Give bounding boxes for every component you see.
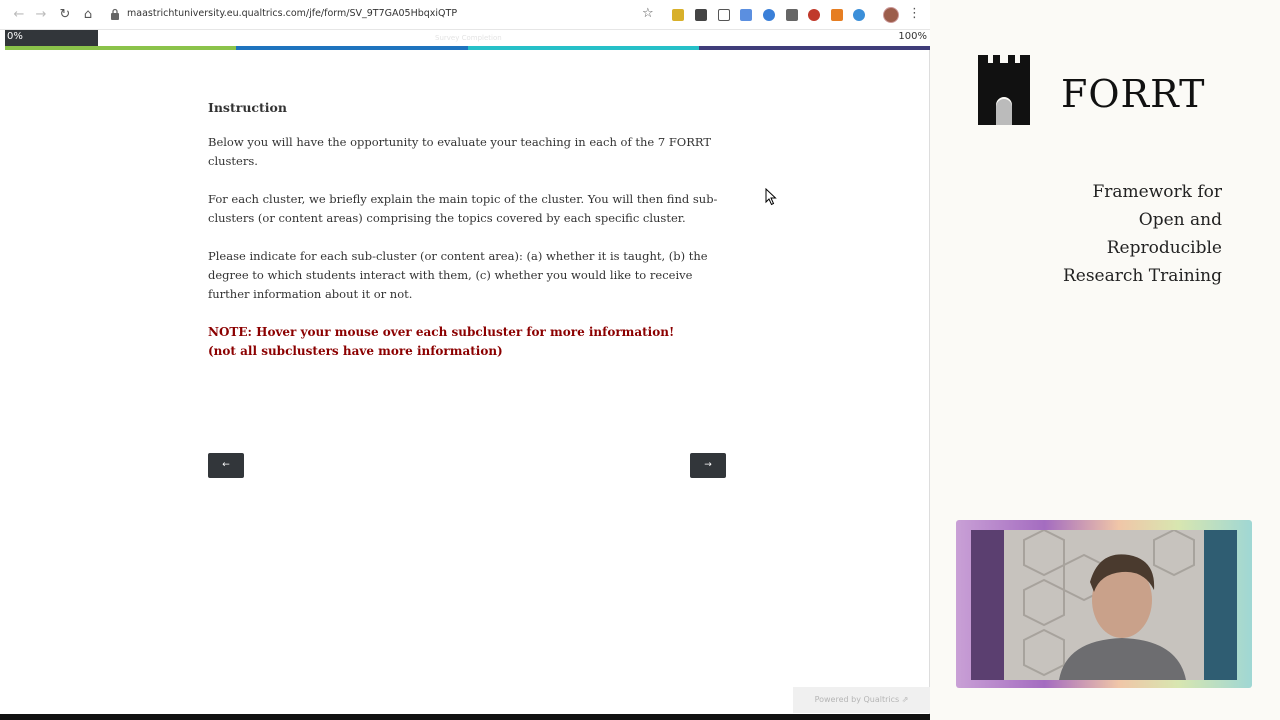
color-stripe [5, 46, 930, 50]
back-arrow-icon[interactable]: ← [10, 6, 28, 24]
webcam-background [971, 530, 1004, 680]
tagline-line: Research Training [1062, 266, 1222, 286]
avatar[interactable] [883, 7, 899, 23]
color-stripe-segment [698, 46, 930, 50]
note-line: (not all subclusters have more informati… [208, 344, 503, 358]
extension-icon[interactable] [672, 9, 684, 21]
menu-icon[interactable]: ⋮ [908, 6, 921, 21]
browser-window: ← → ↻ ⌂ maastrichtuniversity.eu.qualtric… [0, 0, 930, 720]
forrt-branding-panel: FORRT Framework for Open and Reproducibl… [931, 0, 1280, 720]
next-button[interactable]: → [690, 453, 726, 478]
tagline-line: Reproducible [1106, 238, 1222, 258]
color-stripe-segment [5, 46, 237, 50]
survey-question: Instruction Below you will have the oppo… [208, 100, 733, 361]
extension-icon[interactable] [740, 9, 752, 21]
powered-by-link[interactable]: Powered by Qualtrics ⇗ [793, 687, 930, 713]
castle-icon [978, 55, 1030, 125]
reload-icon[interactable]: ↻ [56, 6, 74, 24]
presenter-silhouette [1023, 530, 1195, 680]
star-icon[interactable]: ☆ [642, 6, 654, 21]
tagline-line: Framework for [1092, 182, 1222, 202]
instruction-paragraph: For each cluster, we briefly explain the… [208, 192, 718, 225]
mouse-cursor-icon [765, 188, 777, 206]
browser-toolbar: ← → ↻ ⌂ maastrichtuniversity.eu.qualtric… [0, 0, 930, 30]
extension-icon[interactable] [808, 9, 820, 21]
extension-icon[interactable] [763, 9, 775, 21]
color-stripe-segment [236, 46, 468, 50]
address-bar[interactable]: maastrichtuniversity.eu.qualtrics.com/jf… [127, 8, 457, 19]
instruction-paragraph: Please indicate for each sub-cluster (or… [208, 249, 708, 301]
home-icon[interactable]: ⌂ [79, 6, 97, 24]
progress-caption: Survey Completion [435, 34, 502, 42]
webcam-overlay [956, 520, 1252, 688]
progress-start-label: 0% [7, 31, 23, 42]
extension-icon[interactable] [718, 9, 730, 21]
tagline-line: Open and [1138, 210, 1222, 230]
page-title: Instruction [208, 100, 287, 115]
extension-icon[interactable] [831, 9, 843, 21]
extension-icon[interactable] [853, 9, 865, 21]
forrt-title: FORRT [1061, 72, 1206, 116]
progress-end-label: 100% [898, 31, 927, 42]
forward-arrow-icon[interactable]: → [32, 6, 50, 24]
extension-icon[interactable] [695, 9, 707, 21]
note-line: NOTE: Hover your mouse over each subclus… [208, 325, 675, 339]
previous-button[interactable]: ← [208, 453, 244, 478]
extension-icon[interactable] [786, 9, 798, 21]
forrt-tagline: Framework for Open and Reproducible Rese… [1063, 178, 1222, 290]
webcam-background [1004, 530, 1204, 680]
webcam-video [971, 530, 1237, 680]
webcam-background [1204, 530, 1237, 680]
progress-bar: 0% Survey Completion 100% [5, 30, 930, 46]
taskbar-strip [0, 714, 930, 720]
instruction-paragraph: Below you will have the opportunity to e… [208, 135, 712, 168]
lock-icon [111, 8, 119, 20]
color-stripe-segment [467, 46, 699, 50]
